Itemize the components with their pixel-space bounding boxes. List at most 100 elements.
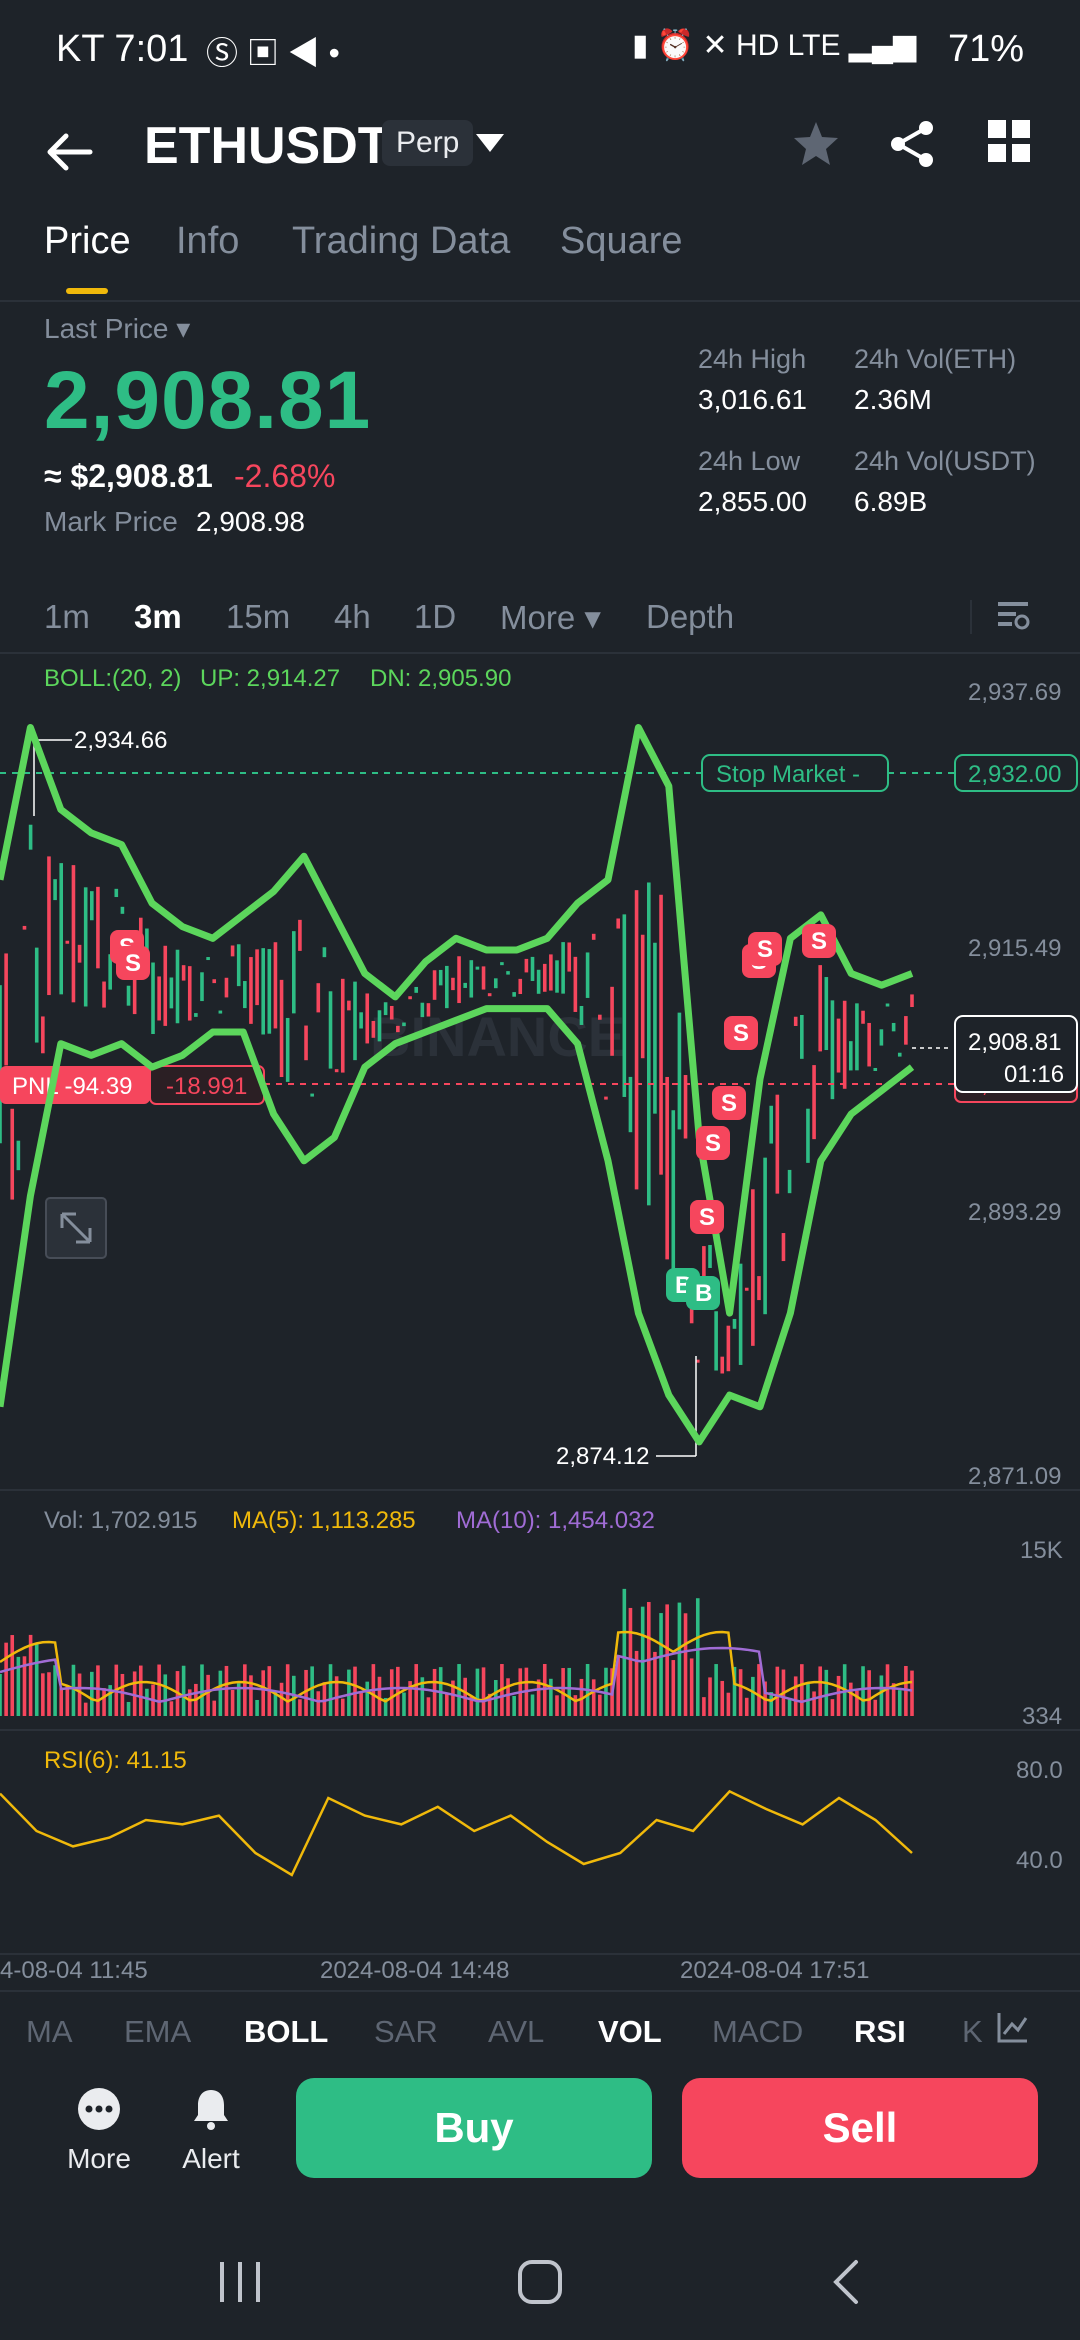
buy-button[interactable]: Buy <box>296 2078 652 2178</box>
interval-1d[interactable]: 1D <box>414 598 456 636</box>
volume-bar <box>848 1682 853 1716</box>
recent-apps-icon[interactable] <box>216 2260 266 2304</box>
volume-bar <box>4 1642 8 1716</box>
volume-bar <box>138 1665 143 1716</box>
candle <box>818 965 822 1052</box>
ma10-label: MA(10): 1,454.032 <box>456 1507 655 1534</box>
dropdown-icon[interactable] <box>472 128 508 158</box>
time-label: 2024-08-04 14:48 <box>320 1957 510 1984</box>
volume-bar <box>218 1670 223 1716</box>
sell-marker: S <box>690 1200 724 1234</box>
candle <box>334 1069 339 1073</box>
candle <box>200 972 204 1002</box>
chart-settings-icon[interactable] <box>994 596 1032 634</box>
vol-label: Vol: 1,702.915 <box>44 1507 197 1534</box>
price-tick: 2,893.29 <box>968 1199 1061 1226</box>
candle <box>493 978 498 989</box>
candle <box>512 992 516 997</box>
svg-text:S: S <box>125 950 141 977</box>
volume-bar <box>402 1692 406 1716</box>
candle <box>71 865 76 1003</box>
candle <box>806 1108 810 1163</box>
interval-4h[interactable]: 4h <box>334 598 371 636</box>
indicator-ema[interactable]: EMA <box>124 2014 191 2050</box>
indicator-ma[interactable]: MA <box>26 2014 73 2050</box>
candle <box>677 1012 682 1130</box>
stop-market-price: 2,932.00 <box>968 761 1061 788</box>
last-price-label[interactable]: Last Price ▾ <box>44 312 190 345</box>
alert-label: Alert <box>182 2143 240 2174</box>
tab-square[interactable]: Square <box>560 220 683 263</box>
indicator-rsi[interactable]: RSI <box>854 2014 906 2050</box>
candle <box>855 1003 859 1071</box>
candle <box>408 996 412 1000</box>
candle <box>432 970 437 1000</box>
more-button[interactable]: More <box>54 2086 144 2175</box>
candle <box>316 983 321 1013</box>
indicator-macd[interactable]: MACD <box>712 2014 803 2050</box>
volume-bar <box>249 1675 253 1716</box>
volume-bar <box>695 1598 700 1716</box>
candle <box>591 933 596 940</box>
indicator-settings-icon[interactable] <box>996 2010 1030 2044</box>
grid-icon[interactable] <box>986 118 1032 164</box>
candle <box>573 956 578 1012</box>
candle <box>322 947 327 958</box>
indicator-k[interactable]: K <box>962 2014 983 2050</box>
candle <box>506 971 510 975</box>
candle <box>261 948 265 1035</box>
candle <box>365 993 370 1044</box>
tab-info[interactable]: Info <box>176 220 239 263</box>
candle <box>187 966 192 1021</box>
candle <box>897 1052 902 1057</box>
candle <box>340 978 345 1073</box>
volume-bar <box>365 1681 370 1716</box>
tab-trading-data[interactable]: Trading Data <box>292 220 510 263</box>
status-app-icons: Ⓢ ▣ ◀ • <box>206 35 340 71</box>
candle <box>132 978 137 1015</box>
candle <box>120 906 125 914</box>
candle <box>90 891 94 921</box>
indicator-avl[interactable]: AVL <box>488 2014 544 2050</box>
volume-bar <box>285 1664 290 1716</box>
indicator-sar[interactable]: SAR <box>374 2014 438 2050</box>
pnl-value: -18.991 <box>166 1073 247 1100</box>
interval-1m[interactable]: 1m <box>44 598 90 636</box>
share-icon[interactable] <box>886 118 938 170</box>
volume-bar <box>243 1664 247 1716</box>
candle <box>567 942 572 972</box>
rsi-tick: 80.0 <box>1016 1757 1063 1784</box>
pair-title[interactable]: ETHUSDT <box>144 116 390 176</box>
interval-3m[interactable]: 3m <box>134 598 182 636</box>
time-label: 4-08-04 11:45 <box>0 1957 148 1984</box>
volume-bar <box>59 1687 64 1716</box>
candle <box>157 976 161 1021</box>
star-icon[interactable] <box>790 118 842 170</box>
back-arrow-icon[interactable] <box>40 122 100 182</box>
candle <box>910 994 914 1008</box>
interval-more[interactable]: More ▾ <box>500 598 601 637</box>
high-marker: 2,934.66 <box>74 727 167 754</box>
sell-button[interactable]: Sell <box>682 2078 1038 2178</box>
kline-chart[interactable]: BOLL:(20, 2) UP: 2,914.27 DN: 2,905.90 2… <box>0 656 1080 1990</box>
alert-button[interactable]: Alert <box>166 2086 256 2175</box>
vol-usdt-value: 6.89B <box>854 486 928 517</box>
volume-bar <box>677 1602 682 1716</box>
interval-15m[interactable]: 15m <box>226 598 290 636</box>
svg-text:S: S <box>705 1130 721 1157</box>
indicator-vol[interactable]: VOL <box>598 2014 662 2050</box>
volume-bar <box>359 1691 363 1716</box>
candle <box>873 1067 878 1071</box>
indicator-boll[interactable]: BOLL <box>244 2014 328 2050</box>
volume-bar <box>206 1674 210 1716</box>
candle <box>151 962 155 1035</box>
tab-price[interactable]: Price <box>44 220 131 263</box>
candle <box>169 977 174 1009</box>
candle <box>781 1233 786 1262</box>
home-icon[interactable] <box>516 2258 564 2306</box>
candle <box>359 1012 363 1029</box>
volume-bar <box>340 1698 345 1716</box>
system-back-icon[interactable] <box>826 2258 866 2306</box>
interval-depth[interactable]: Depth <box>646 598 734 636</box>
candle <box>414 986 419 993</box>
